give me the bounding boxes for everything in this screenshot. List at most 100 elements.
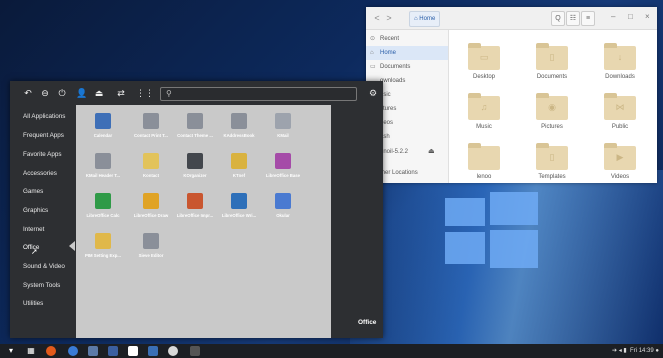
file-manager-titlebar: < > ⌂ Home Q ☷ ≡ – □ × xyxy=(366,7,657,30)
app-libreoffice-writer[interactable]: LibreOffice Wri... xyxy=(216,187,262,227)
category-sound-video[interactable]: Sound & Video xyxy=(23,262,65,272)
app-ktnef[interactable]: KTnef xyxy=(216,147,262,187)
category-system-tools[interactable]: System Tools xyxy=(23,281,60,291)
folder-icon: ▭ xyxy=(468,43,500,70)
user-icon[interactable]: 👤 xyxy=(76,87,87,99)
sidebar-item-documents[interactable]: ▭ Documents xyxy=(366,60,448,74)
ktnef-icon xyxy=(231,153,247,169)
category-graphics[interactable]: Graphics xyxy=(23,206,48,216)
selected-category-indicator xyxy=(69,241,75,251)
writer-taskbar-icon[interactable] xyxy=(148,346,158,356)
app-kmail[interactable]: KMail xyxy=(260,107,306,147)
folder-icon: ↓ xyxy=(604,43,636,70)
close-button[interactable]: × xyxy=(645,12,650,21)
sieve-editor-icon xyxy=(143,233,159,249)
search-icon: ⚲ xyxy=(166,89,172,98)
settings-icon[interactable]: ⚙ xyxy=(368,87,378,99)
settings-taskbar-icon[interactable] xyxy=(168,346,178,356)
folder-downloads[interactable]: ↓ Downloads xyxy=(595,43,645,88)
kontact-icon xyxy=(143,153,159,169)
app-libreoffice-calc[interactable]: LibreOffice Calc xyxy=(80,187,126,227)
folder-music[interactable]: ♫ Music xyxy=(459,93,509,138)
search-button[interactable]: Q xyxy=(551,11,565,26)
sidebar-item-recent[interactable]: ⊙ Recent xyxy=(366,32,448,46)
app-kaddressbook[interactable]: KAddressBook xyxy=(216,107,262,147)
location-button-home[interactable]: ⌂ Home xyxy=(409,11,441,27)
show-desktop-icon[interactable]: ▦ xyxy=(26,346,36,356)
view-toggle-button[interactable]: ☷ xyxy=(566,11,580,26)
libreoffice-writer-icon xyxy=(231,193,247,209)
wallpaper-window-pane xyxy=(490,192,538,225)
wallpaper-window-pane xyxy=(490,230,538,268)
switch-view-icon[interactable]: ⇄ xyxy=(116,87,126,99)
back-button[interactable]: < xyxy=(372,12,382,24)
forward-button[interactable]: > xyxy=(384,12,394,24)
tray-icons[interactable]: ➔ ◂ ▮ xyxy=(612,348,627,354)
folder-desktop[interactable]: ▭ Desktop xyxy=(459,43,509,88)
current-category-label: Office xyxy=(358,319,377,326)
calendar-icon xyxy=(95,113,111,129)
store-icon[interactable] xyxy=(108,346,118,356)
logout-icon[interactable]: ⏏ xyxy=(94,87,104,99)
libreoffice-calc-icon xyxy=(95,193,111,209)
sidebar-item-home[interactable]: ⌂ Home xyxy=(366,46,448,60)
grid-view-icon[interactable]: ⋮⋮ xyxy=(136,87,154,99)
mail-header-icon xyxy=(95,153,111,169)
app-contact-print[interactable]: Contact Print T... xyxy=(128,107,174,147)
start-menu-icon[interactable]: ▾ xyxy=(6,346,16,356)
folder-pictures[interactable]: ◉ Pictures xyxy=(527,93,577,138)
app-libreoffice-base[interactable]: LibreOffice Base xyxy=(260,147,306,187)
addressbook-icon xyxy=(231,113,247,129)
libreoffice-impress-icon xyxy=(187,193,203,209)
folder-videos[interactable]: ▶ Videos xyxy=(595,143,645,188)
app-libreoffice-impress[interactable]: LibreOffice Impr... xyxy=(172,187,218,227)
app-korganizer[interactable]: KOrganizer xyxy=(172,147,218,187)
category-accessories[interactable]: Accessories xyxy=(23,169,57,179)
app-sieve-editor[interactable]: Sieve Editor xyxy=(128,227,174,267)
system-tray[interactable]: ➔ ◂ ▮ Fri 14:39 ● xyxy=(612,346,659,356)
terminal-icon[interactable] xyxy=(190,346,200,356)
wallpaper-window-pane xyxy=(445,198,485,226)
file-manager-taskbar-icon[interactable] xyxy=(88,346,98,356)
document-icon: ▭ xyxy=(370,64,376,70)
category-favorite-apps[interactable]: Favorite Apps xyxy=(23,150,62,160)
app-pim-setting-exporter[interactable]: PIM Setting Exp... xyxy=(80,227,126,267)
clock-icon: ⊙ xyxy=(370,36,376,42)
category-internet[interactable]: Internet xyxy=(23,225,44,235)
wallpaper-window-pane xyxy=(445,232,485,264)
contact-theme-icon xyxy=(187,113,203,129)
firefox-icon[interactable] xyxy=(46,346,56,356)
document-viewer-icon[interactable] xyxy=(128,346,138,356)
maximize-button[interactable]: □ xyxy=(628,12,633,21)
refresh-icon[interactable]: ↶ xyxy=(23,87,33,99)
pim-setting-icon xyxy=(95,233,111,249)
folder-templates[interactable]: ▯ Templates xyxy=(527,143,577,188)
hamburger-menu-button[interactable]: ≡ xyxy=(581,11,595,26)
category-all-applications[interactable]: All Applications xyxy=(23,112,65,122)
category-utilities[interactable]: Utilities xyxy=(23,299,43,309)
app-kmail-header[interactable]: KMail Header T... xyxy=(80,147,126,187)
location-label: Home xyxy=(419,16,436,22)
application-menu: ↶ ⊖ ⏻ 👤 ⏏ ⇄ ⋮⋮ ⚲ ⚙ All Applications Freq… xyxy=(10,81,383,338)
category-games[interactable]: Games xyxy=(23,187,43,197)
browser-icon[interactable] xyxy=(68,346,78,356)
clock[interactable]: Fri 14:39 ● xyxy=(630,348,659,354)
contact-print-icon xyxy=(143,113,159,129)
folder-documents[interactable]: ▯ Documents xyxy=(527,43,577,88)
folder-lenoo[interactable]: lenoo xyxy=(459,143,509,188)
menu-toolbar: ↶ ⊖ ⏻ 👤 ⏏ ⇄ ⋮⋮ ⚲ ⚙ xyxy=(10,81,383,105)
minimize-button[interactable]: – xyxy=(611,12,615,21)
libreoffice-base-icon xyxy=(275,153,291,169)
lock-screen-icon[interactable]: ⊖ xyxy=(40,87,50,99)
app-libreoffice-draw[interactable]: LibreOffice Draw xyxy=(128,187,174,227)
folder-public[interactable]: ⋈ Public xyxy=(595,93,645,138)
app-grid: Calendar Contact Print T... Contact Them… xyxy=(76,105,331,338)
search-input[interactable]: ⚲ xyxy=(160,87,357,101)
eject-icon[interactable]: ⏏ xyxy=(428,145,435,159)
category-frequent-apps[interactable]: Frequent Apps xyxy=(23,131,64,141)
power-icon[interactable]: ⏻ xyxy=(57,87,67,99)
app-contact-theme[interactable]: Contact Theme ... xyxy=(172,107,218,147)
app-calendar[interactable]: Calendar xyxy=(80,107,126,147)
app-kontact[interactable]: Kontact xyxy=(128,147,174,187)
app-okular[interactable]: Okular xyxy=(260,187,306,227)
